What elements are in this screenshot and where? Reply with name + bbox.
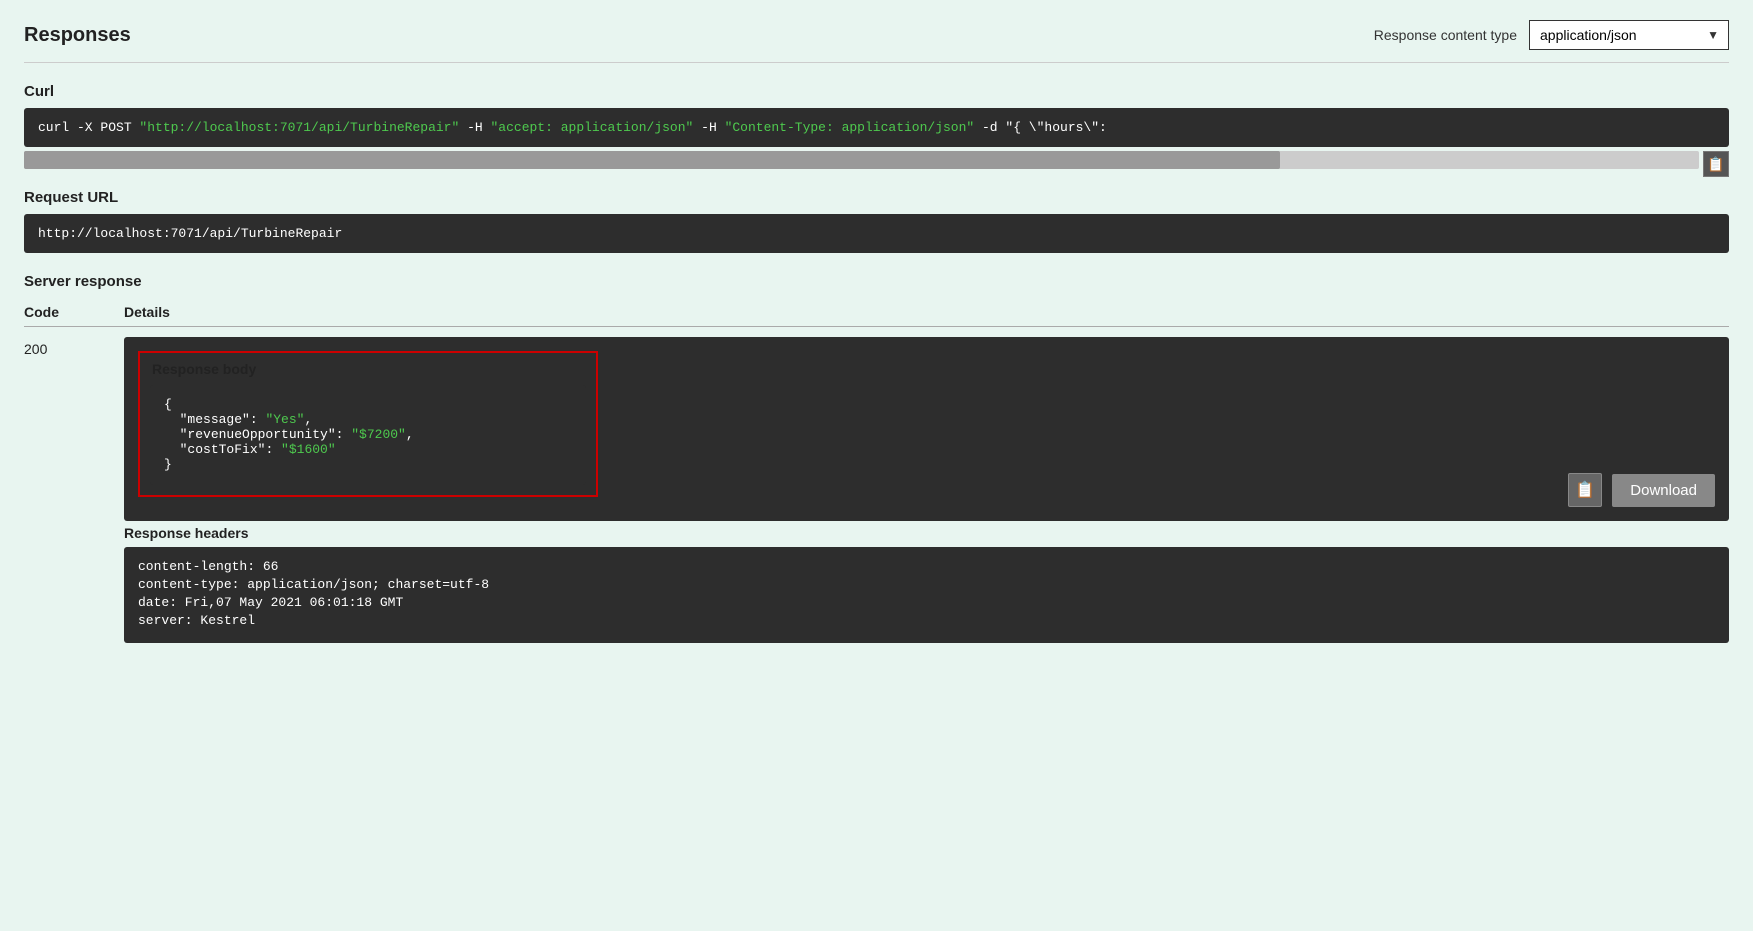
page-title: Responses xyxy=(24,24,131,47)
code-value: 200 xyxy=(24,337,124,357)
page-container: Responses Response content type applicat… xyxy=(0,0,1753,931)
request-url-section: Request URL http://localhost:7071/api/Tu… xyxy=(24,189,1729,253)
json-indent3 xyxy=(164,442,180,457)
curl-command-h2: -H xyxy=(693,120,724,135)
response-body-code: { "message": "Yes", "revenueOpportunity"… xyxy=(150,385,586,485)
copy-icon: 📋 xyxy=(1707,156,1724,173)
header-line-3: date: Fri,07 May 2021 06:01:18 GMT xyxy=(138,595,1715,610)
json-colon-2: : xyxy=(336,427,352,442)
json-key-revenue: "revenueOpportunity" xyxy=(180,427,336,442)
curl-copy-button[interactable]: 📋 xyxy=(1703,151,1729,177)
code-col-header: Code xyxy=(24,304,124,320)
server-response-label: Server response xyxy=(24,273,1729,290)
table-data-row: 200 Response body { "message": "Yes", "r… xyxy=(24,327,1729,653)
curl-command-prefix: curl -X POST xyxy=(38,120,139,135)
copy-response-icon: 📋 xyxy=(1575,480,1595,500)
json-comma-2: , xyxy=(406,427,414,442)
table-header: Code Details xyxy=(24,298,1729,327)
json-brace-open: { xyxy=(164,397,172,412)
curl-scroll-track[interactable] xyxy=(24,151,1699,169)
header-line-1: content-length: 66 xyxy=(138,559,1715,574)
header-row: Responses Response content type applicat… xyxy=(24,20,1729,63)
json-val-cost: "$1600" xyxy=(281,442,336,457)
details-col: Response body { "message": "Yes", "reven… xyxy=(124,337,1729,643)
response-body-header: Response body xyxy=(140,353,596,385)
json-val-message: "Yes" xyxy=(265,412,304,427)
url-box: http://localhost:7071/api/TurbineRepair xyxy=(24,214,1729,253)
header-line-2: content-type: application/json; charset=… xyxy=(138,577,1715,592)
json-val-revenue: "$7200" xyxy=(351,427,406,442)
response-headers-label: Response headers xyxy=(124,525,1729,541)
copy-response-button[interactable]: 📋 xyxy=(1568,473,1602,507)
curl-label: Curl xyxy=(24,83,1729,100)
curl-box: curl -X POST "http://localhost:7071/api/… xyxy=(24,108,1729,147)
response-headers-section: Response headers content-length: 66 cont… xyxy=(124,525,1729,643)
curl-accept-green: "accept: application/json" xyxy=(491,120,694,135)
details-col-header: Details xyxy=(124,304,1729,320)
response-body-card: Response body { "message": "Yes", "reven… xyxy=(138,351,598,497)
json-colon-3: : xyxy=(265,442,281,457)
curl-scroll-area: 📋 xyxy=(24,151,1729,169)
json-comma-1: , xyxy=(304,412,312,427)
url-value: http://localhost:7071/api/TurbineRepair xyxy=(38,226,342,241)
json-indent xyxy=(164,412,180,427)
curl-scroll-thumb xyxy=(24,151,1280,169)
content-type-label: Response content type xyxy=(1374,27,1517,43)
json-key-cost: "costToFix" xyxy=(180,442,266,457)
json-brace-close: } xyxy=(164,457,172,472)
content-type-select[interactable]: application/jsontext/plaintext/xml xyxy=(1529,20,1729,50)
json-key-message: "message" xyxy=(180,412,250,427)
curl-section: Curl curl -X POST "http://localhost:7071… xyxy=(24,83,1729,169)
content-type-row: Response content type application/jsonte… xyxy=(1374,20,1729,50)
json-colon-1: : xyxy=(250,412,266,427)
curl-content-type-green: "Content-Type: application/json" xyxy=(725,120,975,135)
request-url-label: Request URL xyxy=(24,189,1729,206)
json-indent2 xyxy=(164,427,180,442)
curl-url-green: "http://localhost:7071/api/TurbineRepair… xyxy=(139,120,459,135)
download-button[interactable]: Download xyxy=(1612,474,1715,507)
curl-command-h1: -H xyxy=(459,120,490,135)
headers-box: content-length: 66 content-type: applica… xyxy=(124,547,1729,643)
server-response-section: Server response Code Details 200 Respons… xyxy=(24,273,1729,653)
curl-command-d: -d "{ \"hours\": xyxy=(974,120,1107,135)
full-dark-area: Response body { "message": "Yes", "reven… xyxy=(124,337,1729,521)
response-actions: 📋 Download xyxy=(1568,473,1715,507)
content-type-select-wrapper[interactable]: application/jsontext/plaintext/xml xyxy=(1529,20,1729,50)
header-line-4: server: Kestrel xyxy=(138,613,1715,628)
